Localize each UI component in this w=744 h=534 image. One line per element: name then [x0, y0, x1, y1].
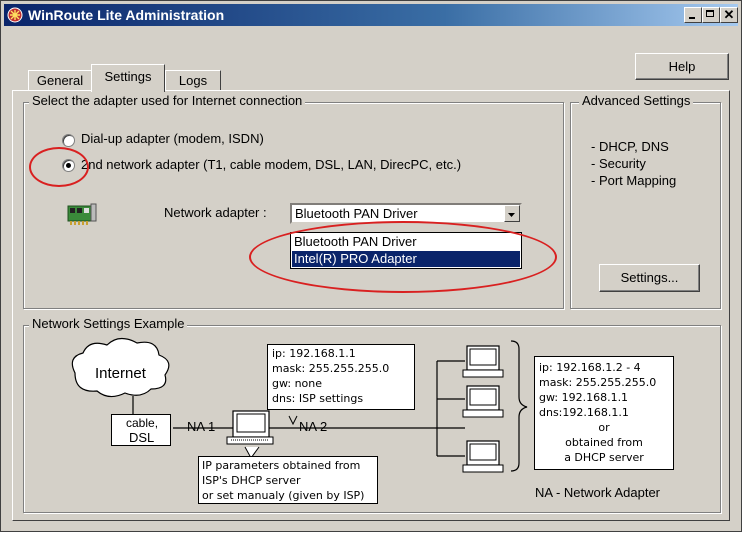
tab-logs-label: Logs — [178, 73, 208, 88]
close-button[interactable]: ✕ — [720, 7, 738, 23]
clients-gw: gw: 192.168.1.1 — [539, 391, 629, 404]
client-computer-icon-2 — [462, 385, 504, 418]
na1-label: NA 1 — [187, 419, 216, 434]
tab-settings[interactable]: Settings — [91, 64, 165, 92]
clients-mask: mask: 255.255.255.0 — [539, 376, 657, 389]
router-mask: mask: 255.255.255.0 — [272, 362, 390, 375]
ip-note-line-1: IP parameters obtained from — [202, 459, 361, 472]
router-dns: dns: ISP settings — [272, 392, 364, 405]
minimize-icon — [689, 17, 695, 19]
ip-note-line-3: or set manualy (given by ISP) — [202, 489, 365, 502]
maximize-icon — [706, 10, 714, 17]
clients-obtained: obtained from — [565, 436, 643, 449]
ip-note-line-2: ISP's DHCP server — [202, 474, 301, 487]
client-computer-icon-1 — [462, 345, 504, 378]
na2-label: NA 2 — [299, 419, 328, 434]
dsl-label: DSL — [129, 430, 155, 445]
router-info-callout: ip: 192.168.1.1 mask: 255.255.255.0 gw: … — [267, 344, 415, 410]
clients-dns: dns:192.168.1.1 — [539, 406, 629, 419]
client-group-bracket — [510, 340, 528, 472]
tab-logs[interactable]: Logs — [165, 70, 221, 91]
minimize-button[interactable] — [684, 7, 702, 23]
ip-note-callout: IP parameters obtained from ISP's DHCP s… — [198, 456, 378, 504]
main-window: WinRoute Lite Administration ✕ General S… — [0, 0, 742, 532]
tab-general-label: General — [36, 73, 84, 88]
router-gw: gw: none — [272, 377, 323, 390]
router-ip: ip: 192.168.1.1 — [272, 347, 356, 360]
clients-dhcp: a DHCP server — [564, 451, 644, 464]
clients-ip: ip: 192.168.1.2 - 4 — [539, 361, 641, 374]
internet-label: Internet — [95, 365, 146, 382]
annotation-oval-dropdown — [249, 221, 557, 293]
clients-info-box: ip: 192.168.1.2 - 4 mask: 255.255.255.0 … — [534, 356, 674, 470]
app-icon — [7, 7, 23, 23]
help-button[interactable]: Help — [635, 53, 729, 80]
na-legend: NA - Network Adapter — [535, 485, 660, 500]
tab-settings-label: Settings — [104, 69, 152, 84]
router-computer-icon — [226, 410, 274, 445]
window-title: WinRoute Lite Administration — [28, 7, 225, 23]
clients-or: or — [598, 421, 610, 434]
title-bar[interactable]: WinRoute Lite Administration ✕ — [4, 4, 738, 26]
cable-label: cable, — [126, 416, 159, 430]
maximize-button[interactable] — [702, 7, 720, 23]
tab-general[interactable]: General — [28, 70, 92, 91]
settings-panel: Select the adapter used for Internet con… — [12, 90, 730, 521]
cable-dsl-box: cable, DSL — [111, 414, 171, 446]
close-icon: ✕ — [723, 7, 735, 22]
client-computer-icon-3 — [462, 440, 504, 473]
annotation-oval-radio — [29, 147, 89, 187]
